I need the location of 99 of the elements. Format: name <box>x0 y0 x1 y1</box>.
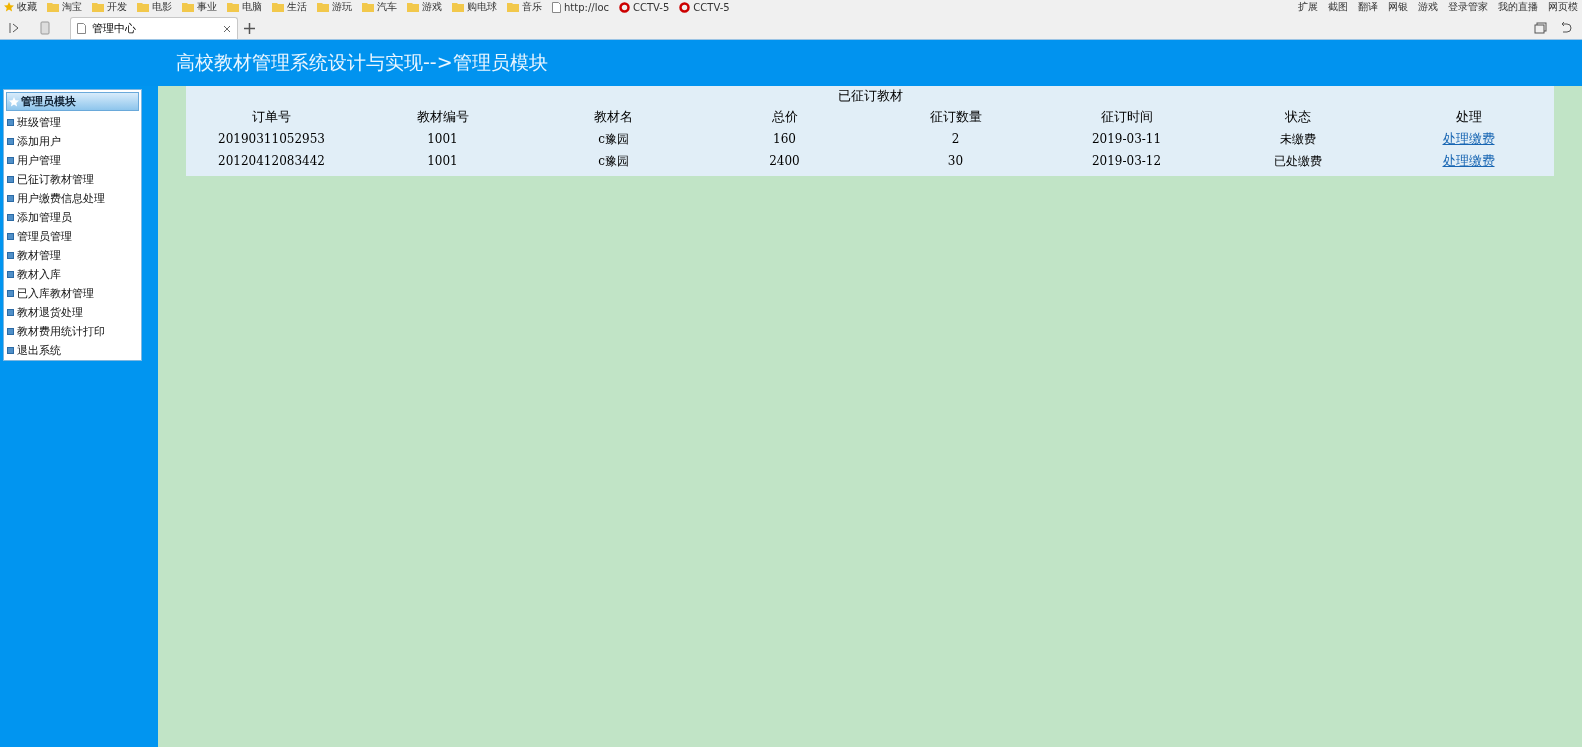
menu-item[interactable]: 添加管理员 <box>4 208 141 227</box>
table-cell-text: 2019-03-11 <box>1090 131 1163 148</box>
folder-icon <box>317 2 329 12</box>
table-cell-text: 20190311052953 <box>217 131 326 148</box>
bullet-icon <box>7 347 14 354</box>
bullet-icon <box>7 252 14 259</box>
menu-item[interactable]: 用户管理 <box>4 151 141 170</box>
bookmark-link[interactable]: CCTV-5 <box>633 1 670 13</box>
close-icon[interactable] <box>223 24 231 33</box>
column-header: 处理 <box>1454 108 1483 126</box>
folder-icon <box>92 2 104 12</box>
bullet-icon <box>7 157 14 164</box>
bookmark-link[interactable]: 电影 <box>152 0 172 14</box>
column-header: 征订时间 <box>1099 108 1154 126</box>
bullet-icon <box>7 290 14 297</box>
menu-item[interactable]: 添加用户 <box>4 132 141 151</box>
menu-title: 管理员模块 <box>21 94 76 109</box>
plus-icon[interactable] <box>244 23 255 34</box>
bookmark-link[interactable]: 购电球 <box>467 0 497 14</box>
table-cell-text: 已处缴费 <box>1272 153 1323 170</box>
table-cell-text: 2400 <box>768 153 801 170</box>
toolbar-link[interactable]: 网页模 <box>1548 0 1578 14</box>
column-header: 状态 <box>1283 108 1312 126</box>
menu-item[interactable]: 管理员管理 <box>4 227 141 246</box>
star-icon <box>4 2 14 12</box>
folder-icon <box>407 2 419 12</box>
bookmark-link[interactable]: 游玩 <box>332 0 352 14</box>
bullet-icon <box>7 176 14 183</box>
menu-item[interactable]: 已入库教材管理 <box>4 284 141 303</box>
table-cell-text: 20120412083442 <box>217 153 326 170</box>
table-cell-text: 1001 <box>426 153 459 170</box>
bookmark-link[interactable]: 电脑 <box>242 0 262 14</box>
column-header: 总价 <box>770 108 799 126</box>
menu-item[interactable]: 教材退货处理 <box>4 303 141 322</box>
bullet-icon <box>7 138 14 145</box>
folder-icon <box>272 2 284 12</box>
bookmark-link[interactable]: 淘宝 <box>62 0 82 14</box>
table-cell-text: 未缴费 <box>1278 131 1317 148</box>
menu-item[interactable]: 退出系统 <box>4 341 141 360</box>
menu-item[interactable]: 用户缴费信息处理 <box>4 189 141 208</box>
table-caption: 已征订教材 <box>836 87 904 105</box>
toolbar-link[interactable]: 扩展 <box>1298 0 1318 14</box>
table-cell-text: c豫园 <box>597 153 630 170</box>
table-cell-text: 30 <box>946 153 965 170</box>
page-icon <box>77 23 86 34</box>
folder-icon <box>452 2 464 12</box>
column-header: 教材名 <box>593 108 634 126</box>
bookmark-link[interactable]: 开发 <box>107 0 127 14</box>
page-title: 高校教材管理系统设计与实现-->管理员模块 <box>176 50 548 75</box>
menu-item[interactable]: 教材费用统计打印 <box>4 322 141 341</box>
bullet-icon <box>7 328 14 335</box>
toolbar-link[interactable]: 网银 <box>1388 0 1408 14</box>
table-cell-text: 1001 <box>426 131 459 148</box>
menu-item[interactable]: 已征订教材管理 <box>4 170 141 189</box>
folder-icon <box>47 2 59 12</box>
toolbar-link[interactable]: 登录管家 <box>1448 0 1488 14</box>
toolbar-link[interactable]: 游戏 <box>1418 0 1438 14</box>
toolbar-link[interactable]: 截图 <box>1328 0 1348 14</box>
page-icon <box>552 1 561 13</box>
bookmark-link[interactable]: 汽车 <box>377 0 397 14</box>
folder-icon <box>507 2 519 12</box>
pay-link[interactable]: 处理缴费 <box>1442 150 1495 172</box>
bullet-icon <box>7 119 14 126</box>
bullet-icon <box>7 214 14 221</box>
menu-item[interactable]: 教材入库 <box>4 265 141 284</box>
toolbar-link[interactable]: 翻译 <box>1358 0 1378 14</box>
bookmark-link[interactable]: http://loc <box>564 1 610 13</box>
table-cell-text: 2019-03-12 <box>1090 153 1163 170</box>
bookmark-link[interactable]: 事业 <box>197 0 217 14</box>
menu-item[interactable]: 班级管理 <box>4 113 141 132</box>
folder-icon <box>227 2 239 12</box>
table-cell-text: c豫园 <box>597 131 630 148</box>
bookmark-link[interactable]: 生活 <box>287 0 307 14</box>
star-icon <box>9 96 19 107</box>
table-cell-text: 160 <box>772 131 797 148</box>
browser-tab[interactable]: 管理中心 <box>70 17 238 39</box>
column-header: 订单号 <box>251 108 292 126</box>
column-header: 征订数量 <box>928 108 983 126</box>
logo-icon <box>619 1 631 13</box>
bullet-icon <box>7 233 14 240</box>
folder-icon <box>182 2 194 12</box>
sidebar-toggle-icon[interactable] <box>8 22 20 34</box>
bullet-icon <box>7 271 14 278</box>
bullet-icon <box>7 195 14 202</box>
bookmark-link[interactable]: CCTV-5 <box>693 1 730 13</box>
column-header: 教材编号 <box>415 108 470 126</box>
toolbar-link[interactable]: 我的直播 <box>1498 0 1538 14</box>
bullet-icon <box>7 309 14 316</box>
bookmark-link[interactable]: 音乐 <box>522 0 542 14</box>
undo-icon[interactable] <box>1559 22 1572 34</box>
folder-icon <box>137 2 149 12</box>
pay-link[interactable]: 处理缴费 <box>1442 128 1495 150</box>
bookmark-link[interactable]: 游戏 <box>422 0 442 14</box>
menu-item[interactable]: 教材管理 <box>4 246 141 265</box>
bookmark-link[interactable]: 收藏 <box>17 0 37 14</box>
table-cell-text: 2 <box>950 131 961 148</box>
logo-icon <box>679 1 691 13</box>
folder-icon <box>362 2 374 12</box>
windows-icon[interactable] <box>1534 22 1547 34</box>
